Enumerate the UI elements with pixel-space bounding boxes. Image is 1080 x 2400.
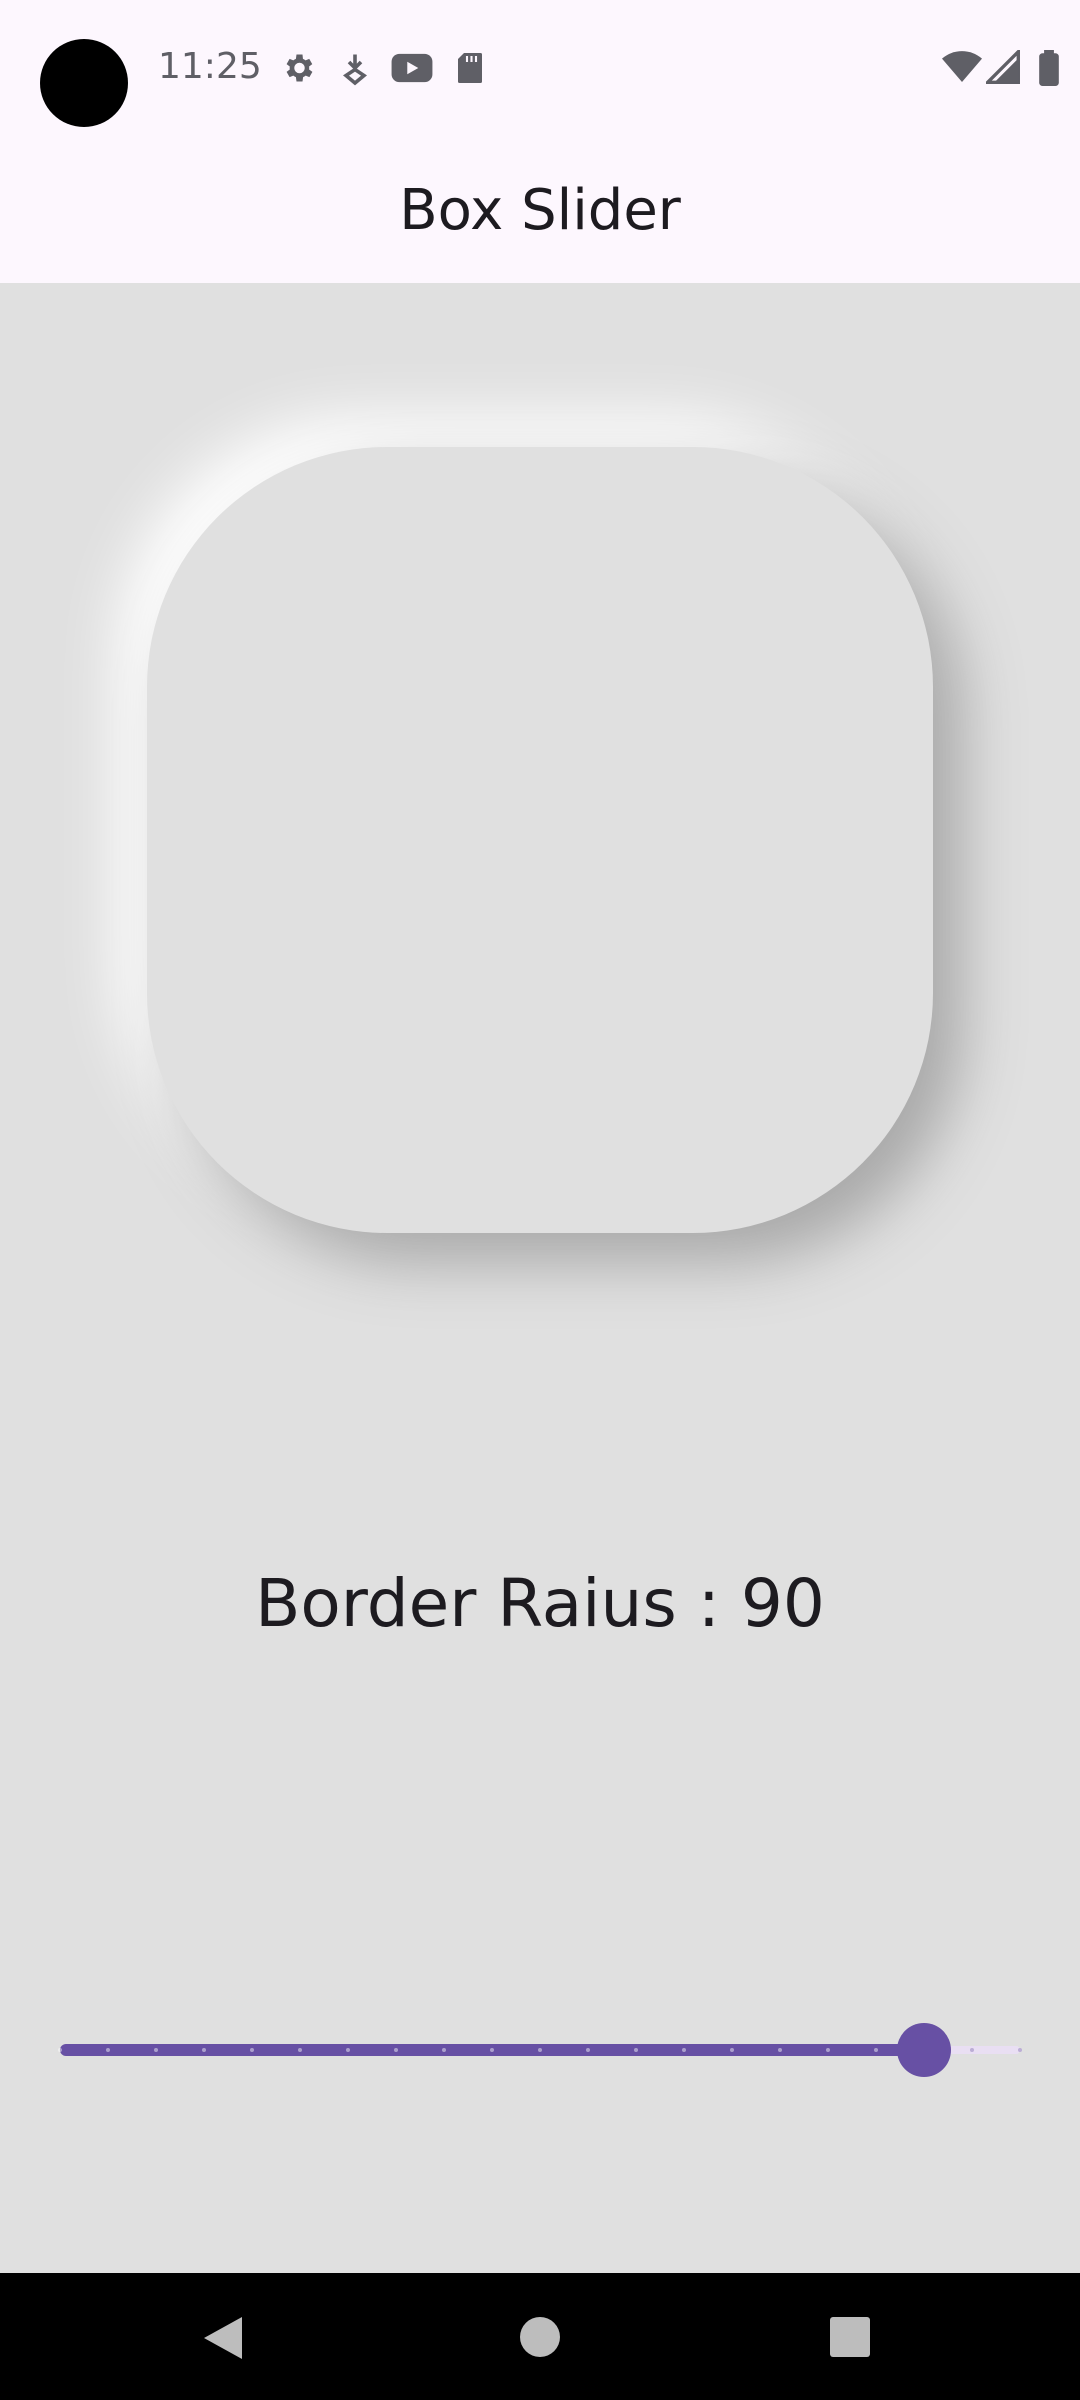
slider-tick	[202, 2048, 206, 2052]
sd-card-icon	[458, 53, 482, 83]
slider-tick	[874, 2048, 878, 2052]
slider-tick	[1018, 2048, 1022, 2052]
status-time: 11:25	[158, 46, 262, 87]
slider-tick	[250, 2048, 254, 2052]
gear-icon	[286, 54, 313, 82]
back-icon[interactable]	[200, 2313, 246, 2363]
slider-tick	[394, 2048, 398, 2052]
slider-tick	[634, 2048, 638, 2052]
youtube-icon	[391, 53, 433, 83]
wifi-icon	[942, 51, 982, 82]
slider-tick	[490, 2048, 494, 2052]
camera-cutout	[40, 39, 128, 127]
signal-icon	[986, 50, 1020, 84]
recents-icon[interactable]	[830, 2317, 870, 2357]
app-title: Box Slider	[399, 178, 681, 243]
home-icon[interactable]	[519, 2316, 561, 2358]
slider-tick	[346, 2048, 350, 2052]
slider-tick	[154, 2048, 158, 2052]
border-radius-label: Border Raius : 90	[255, 1565, 825, 1642]
slider-tick	[538, 2048, 542, 2052]
slider-tick	[442, 2048, 446, 2052]
slider-thumb[interactable]	[897, 2023, 951, 2077]
status-bar: 11:25	[0, 0, 1080, 136]
slider-tick	[730, 2048, 734, 2052]
battery-icon	[1039, 50, 1059, 86]
slider-tick	[298, 2048, 302, 2052]
slider-tick	[826, 2048, 830, 2052]
slider-tick	[106, 2048, 110, 2052]
slider-tick	[58, 2048, 62, 2052]
slider-tick	[970, 2048, 974, 2052]
navigation-bar	[0, 2273, 1080, 2400]
neumorphic-box	[147, 447, 933, 1233]
border-radius-slider[interactable]	[58, 2020, 1022, 2080]
slider-tick	[682, 2048, 686, 2052]
download-icon	[342, 54, 368, 86]
slider-tick	[586, 2048, 590, 2052]
slider-tick	[778, 2048, 782, 2052]
